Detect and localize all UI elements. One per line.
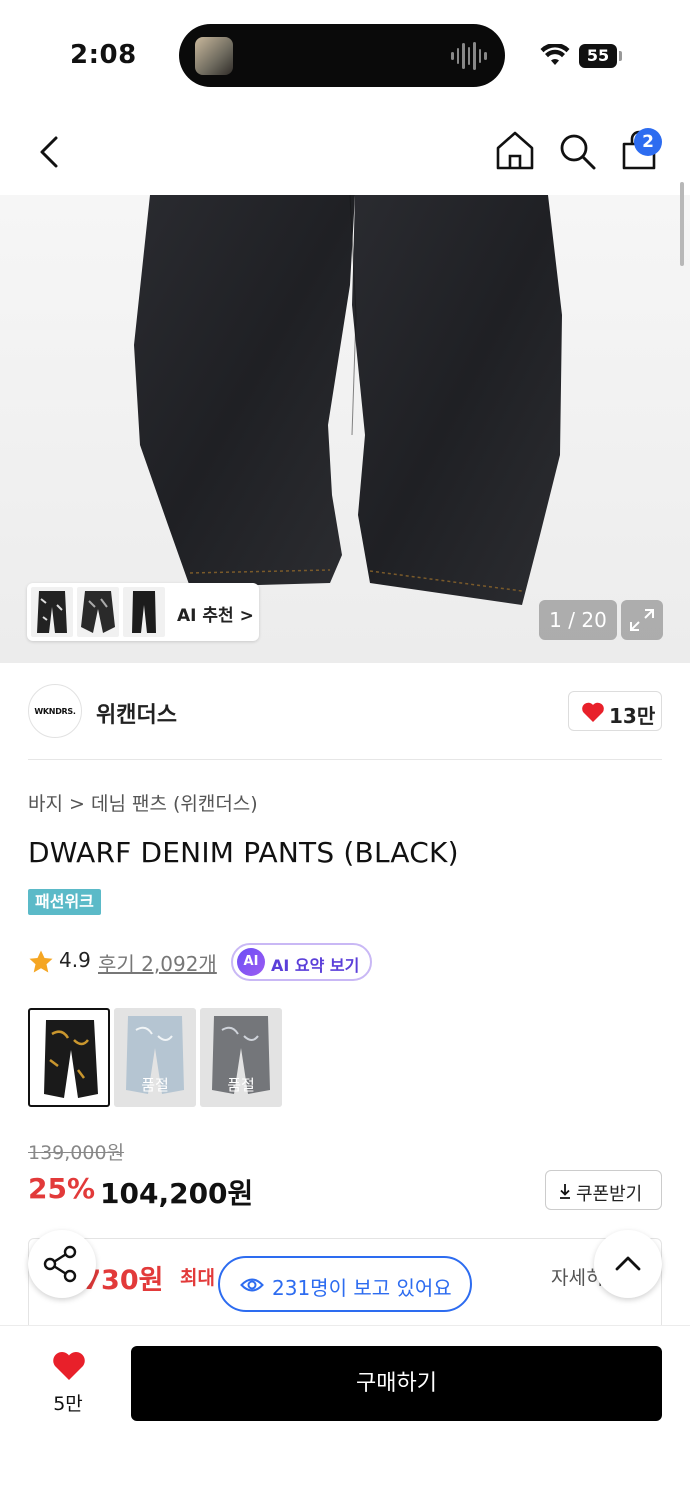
brand-name[interactable]: 위캔더스 (96, 697, 177, 729)
category-breadcrumb[interactable]: 바지 > 데님 팬츠 (위캔더스) (28, 789, 258, 816)
dynamic-island[interactable] (179, 24, 505, 87)
star-icon (29, 950, 53, 973)
back-icon[interactable] (30, 130, 70, 174)
divider (28, 759, 662, 760)
original-price: 139,000원 (28, 1142, 125, 1164)
ai-badge-icon: AI (237, 948, 265, 976)
brand-logo[interactable]: WKNDRS. (28, 684, 82, 738)
swatch-soldout-label: 품절 (227, 1076, 255, 1094)
sale-price: 104,200원 (100, 1177, 254, 1210)
brand-like-button[interactable]: 13만 (568, 691, 662, 731)
recommend-thumb-1 (31, 587, 73, 637)
rating-value: 4.9 (59, 948, 91, 972)
search-icon[interactable] (556, 128, 598, 174)
product-title: DWARF DENIM PANTS (BLACK) (28, 836, 459, 869)
heart-icon (53, 1352, 85, 1380)
download-icon (560, 1184, 570, 1199)
ai-recommend-label: AI 추천 > (177, 606, 254, 626)
battery-indicator: 55 (579, 44, 617, 68)
cart-count-badge: 2 (634, 128, 662, 156)
wishlist-button[interactable]: 5만 (36, 1349, 100, 1419)
scroll-to-top-button[interactable] (594, 1230, 662, 1298)
audio-wave-icon (451, 40, 488, 72)
wifi-icon (540, 44, 570, 65)
discount-rate: 25% (28, 1172, 96, 1205)
benefit-max-label: 최대 (180, 1267, 215, 1289)
ai-recommend-button[interactable]: AI 추천 > (27, 583, 259, 641)
ai-summary-button[interactable]: AI AI 요약 보기 (231, 943, 372, 981)
live-viewers-text: 231명이 보고 있어요 (272, 1276, 452, 1300)
swatch-soldout-label: 품절 (141, 1076, 169, 1094)
scroll-indicator[interactable] (680, 182, 684, 266)
now-playing-artwork (195, 37, 233, 75)
share-button[interactable] (28, 1230, 96, 1298)
event-tag: 패션위크 (28, 889, 101, 915)
status-bar: 2:08 55 (0, 0, 690, 110)
chevron-up-icon (615, 1256, 641, 1271)
review-count-link[interactable]: 후기 2,092개 (98, 948, 217, 977)
color-swatch-lightblue[interactable]: 품절 (114, 1008, 196, 1107)
eye-icon (240, 1278, 264, 1292)
recommend-thumb-3 (123, 587, 165, 637)
coupon-label: 쿠폰받기 (576, 1184, 643, 1205)
home-icon[interactable] (494, 128, 536, 174)
ai-summary-label: AI 요약 보기 (271, 956, 360, 975)
expand-icon (630, 609, 654, 631)
share-icon (43, 1245, 77, 1283)
recommend-thumb-2 (77, 587, 119, 637)
wishlist-count: 5만 (53, 1393, 83, 1415)
live-viewers-pill: 231명이 보고 있어요 (218, 1256, 472, 1312)
expand-button[interactable] (621, 600, 663, 640)
status-time: 2:08 (70, 40, 137, 70)
brand-like-count: 13만 (609, 704, 656, 728)
coupon-button[interactable]: 쿠폰받기 (545, 1170, 662, 1210)
buy-button[interactable]: 구매하기 (131, 1346, 662, 1421)
color-swatch-black[interactable] (28, 1008, 110, 1107)
battery-nub (619, 51, 622, 61)
image-counter: 1 / 20 (539, 600, 617, 640)
heart-icon (582, 702, 604, 722)
color-swatch-darkgray[interactable]: 품절 (200, 1008, 282, 1107)
